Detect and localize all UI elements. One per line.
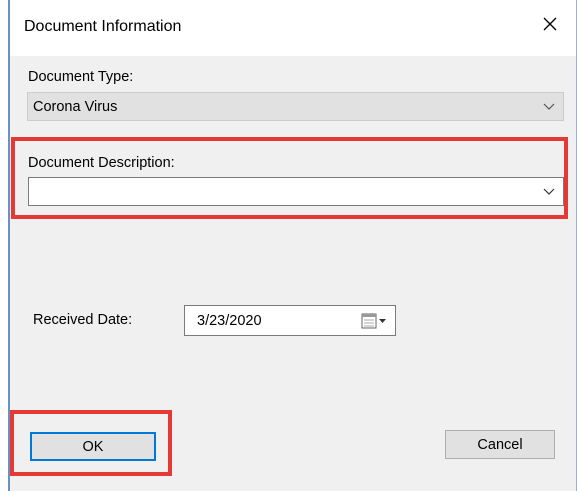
received-date-value: 3/23/2020 [197,313,262,329]
title-bar: Document Information [10,0,576,56]
cancel-button[interactable]: Cancel [445,430,555,459]
document-description-label: Document Description: [28,155,175,171]
document-type-select[interactable]: Corona Virus [27,92,564,121]
chevron-down-icon [543,103,555,110]
document-information-dialog: Document Information Document Type: Coro… [8,0,577,491]
chevron-down-icon[interactable] [543,186,555,196]
close-icon [543,17,557,31]
dialog-title: Document Information [24,18,182,35]
close-button[interactable] [538,12,562,36]
calendar-icon[interactable] [361,312,387,330]
received-date-label: Received Date: [33,312,133,328]
ok-button[interactable]: OK [30,432,156,461]
document-type-value: Corona Virus [33,99,118,115]
document-description-combo[interactable] [28,177,564,206]
received-date-picker[interactable]: 3/23/2020 [184,305,396,336]
document-type-label: Document Type: [28,69,134,85]
